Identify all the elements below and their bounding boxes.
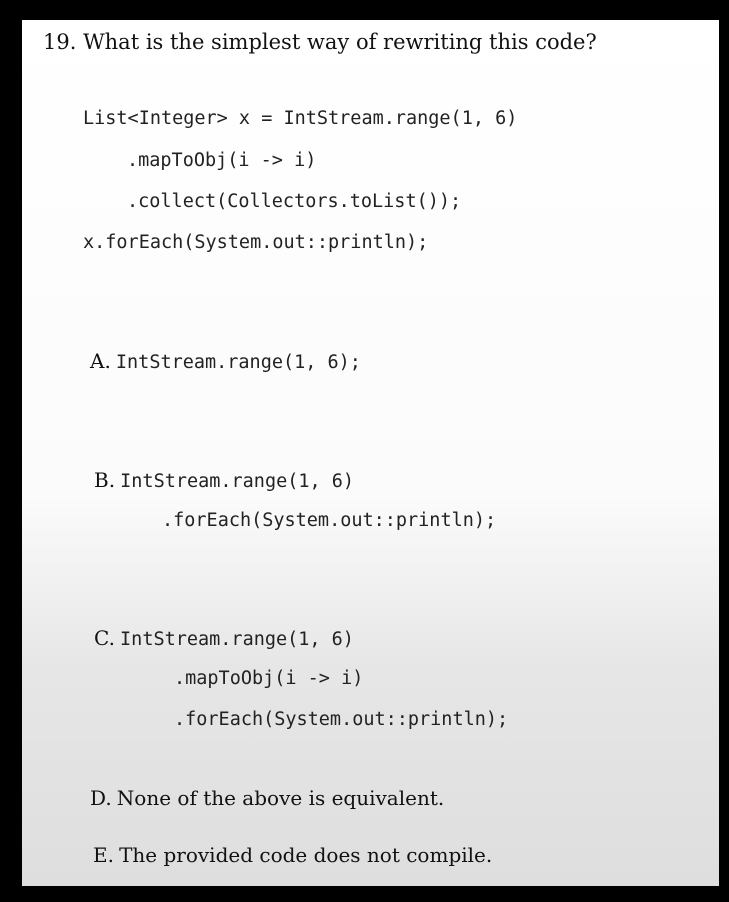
option-b-code-1: IntStream.range(1, 6) xyxy=(120,471,355,492)
option-a[interactable]: A. IntStream.range(1, 6); xyxy=(90,349,361,373)
option-e-letter: E. xyxy=(93,843,114,867)
option-c-continuation-2: .forEach(System.out::println); xyxy=(174,709,508,730)
option-d-letter: D. xyxy=(90,786,112,810)
code-line-1: List<Integer> x = IntStream.range(1, 6) xyxy=(83,108,518,129)
option-e-text: The provided code does not compile. xyxy=(119,843,493,867)
option-d-text: None of the above is equivalent. xyxy=(116,786,445,810)
option-b-code-2: .forEach(System.out::println); xyxy=(162,510,497,531)
option-c[interactable]: C. IntStream.range(1, 6) xyxy=(94,626,354,650)
question-card: 19. What is the simplest way of rewritin… xyxy=(22,20,719,886)
option-a-code-1: IntStream.range(1, 6); xyxy=(115,352,361,373)
option-b[interactable]: B. IntStream.range(1, 6) xyxy=(94,468,354,492)
code-line-3: .collect(Collectors.toList()); xyxy=(127,191,462,212)
option-c-code-2: .mapToObj(i -> i) xyxy=(174,668,364,689)
option-d[interactable]: D. None of the above is equivalent. xyxy=(90,786,444,810)
option-a-letter: A. xyxy=(90,349,111,373)
code-line-4: x.forEach(System.out::println); xyxy=(83,232,429,253)
option-c-code-1: IntStream.range(1, 6) xyxy=(120,629,354,650)
option-c-code-3: .forEach(System.out::println); xyxy=(174,709,509,730)
option-e[interactable]: E. The provided code does not compile. xyxy=(93,843,492,867)
option-c-continuation-1: .mapToObj(i -> i) xyxy=(174,668,363,689)
option-b-continuation: .forEach(System.out::println); xyxy=(162,510,496,531)
option-c-letter: C. xyxy=(94,626,115,650)
question-title: 19. What is the simplest way of rewritin… xyxy=(43,30,597,54)
code-line-2: .mapToObj(i -> i) xyxy=(127,150,317,171)
option-b-letter: B. xyxy=(94,468,116,492)
